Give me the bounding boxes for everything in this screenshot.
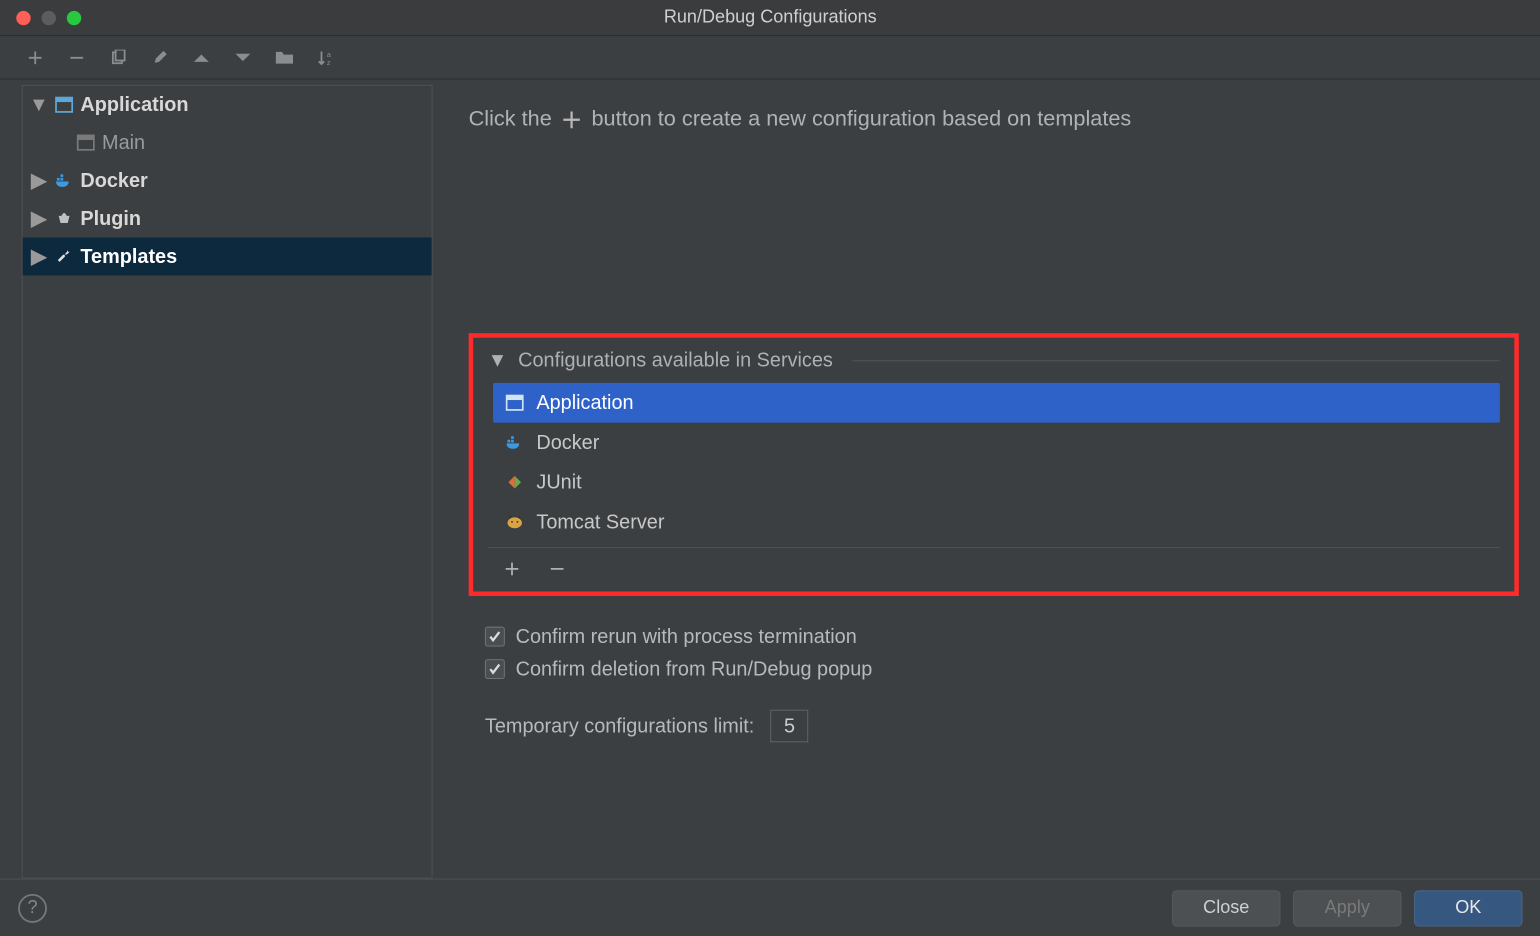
confirm-deletion-checkbox[interactable]: Confirm deletion from Run/Debug popup: [485, 657, 1519, 680]
chevron-right-icon: ▶: [30, 245, 48, 268]
tree-item-templates[interactable]: ▶ Templates: [23, 237, 432, 275]
temp-limit-row: Temporary configurations limit: 5: [469, 710, 1519, 743]
temp-limit-input[interactable]: 5: [771, 710, 809, 743]
application-icon: [53, 94, 75, 116]
configurations-tree[interactable]: ▼ Application Main ▶ Docker ▶ Plugin ▶ T…: [22, 85, 433, 879]
junit-icon: [504, 471, 526, 493]
tree-label: Application: [80, 93, 188, 116]
docker-icon: [504, 432, 526, 454]
hint-text: Click the ＋ button to create a new confi…: [469, 92, 1519, 134]
checkbox-label: Confirm rerun with process termination: [516, 625, 857, 648]
service-label: Docker: [536, 431, 599, 454]
main-panel: Click the ＋ button to create a new confi…: [433, 79, 1540, 878]
docker-icon: [53, 170, 75, 192]
service-item-tomcat[interactable]: Tomcat Server: [493, 502, 1500, 542]
tree-item-docker[interactable]: ▶ Docker: [23, 162, 432, 200]
folder-button[interactable]: [273, 46, 296, 69]
chevron-right-icon: ▶: [30, 207, 48, 230]
move-down-button[interactable]: [231, 46, 254, 69]
tree-item-application[interactable]: ▼ Application: [23, 86, 432, 124]
service-item-application[interactable]: Application: [493, 383, 1500, 423]
divider: [853, 360, 1500, 361]
application-icon: [504, 392, 526, 414]
services-header[interactable]: ▼ Configurations available in Services: [488, 349, 1500, 372]
services-toolbar: [488, 547, 1500, 584]
service-label: Tomcat Server: [536, 510, 664, 533]
chevron-down-icon: ▼: [488, 349, 508, 372]
tree-item-main[interactable]: Main: [23, 124, 432, 162]
titlebar: Run/Debug Configurations: [0, 0, 1540, 36]
chevron-down-icon: ▼: [30, 93, 48, 116]
tree-label: Templates: [80, 245, 177, 268]
tomcat-icon: [504, 511, 526, 533]
dialog-footer: ? Close Apply OK: [0, 879, 1540, 936]
application-icon: [75, 132, 97, 154]
copy-button[interactable]: [107, 46, 130, 69]
tree-item-plugin[interactable]: ▶ Plugin: [23, 200, 432, 238]
tree-label: Plugin: [80, 207, 141, 230]
window-title: Run/Debug Configurations: [0, 7, 1540, 28]
section-title: Configurations available in Services: [518, 349, 833, 372]
wrench-icon: [53, 246, 75, 268]
service-label: JUnit: [536, 470, 581, 493]
move-up-button[interactable]: [190, 46, 213, 69]
service-item-docker[interactable]: Docker: [493, 423, 1500, 463]
remove-button[interactable]: [65, 46, 88, 69]
apply-button[interactable]: Apply: [1293, 890, 1401, 926]
plugin-icon: [53, 208, 75, 230]
checkbox-icon: [485, 659, 505, 679]
remove-service-button[interactable]: [545, 557, 568, 580]
tree-label: Main: [102, 131, 145, 154]
checkbox-label: Confirm deletion from Run/Debug popup: [516, 657, 873, 680]
tree-label: Docker: [80, 169, 147, 192]
temp-limit-label: Temporary configurations limit:: [485, 714, 754, 737]
toolbar: az: [0, 36, 1540, 79]
add-service-button[interactable]: [500, 557, 523, 580]
add-button[interactable]: [23, 46, 46, 69]
confirm-rerun-checkbox[interactable]: Confirm rerun with process termination: [485, 625, 1519, 648]
service-label: Application: [536, 391, 633, 414]
service-item-junit[interactable]: JUnit: [493, 462, 1500, 502]
sort-button[interactable]: az: [314, 46, 337, 69]
services-section-highlight: ▼ Configurations available in Services A…: [469, 333, 1519, 596]
ok-button[interactable]: OK: [1414, 890, 1522, 926]
svg-text:z: z: [327, 58, 331, 67]
plus-icon: ＋: [561, 103, 583, 135]
edit-defaults-button[interactable]: [148, 46, 171, 69]
close-button[interactable]: Close: [1172, 890, 1280, 926]
chevron-right-icon: ▶: [30, 169, 48, 192]
checkbox-group: Confirm rerun with process termination C…: [469, 625, 1519, 681]
checkbox-icon: [485, 627, 505, 647]
help-button[interactable]: ?: [18, 894, 47, 923]
services-list[interactable]: Application Docker JUnit Tomcat Server: [493, 383, 1500, 542]
